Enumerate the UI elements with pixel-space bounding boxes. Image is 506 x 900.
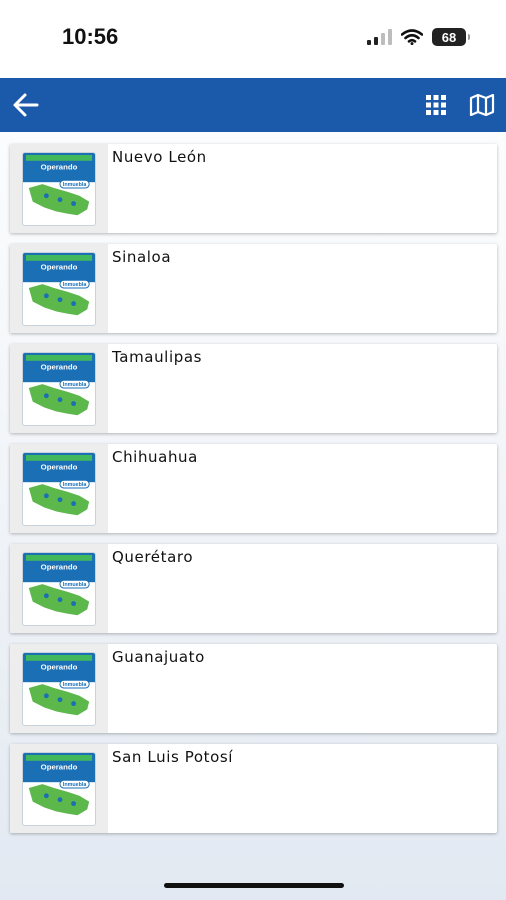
inmuebla-logo-icon: Operando Inmuebla xyxy=(22,251,96,326)
state-card[interactable]: Operando Inmuebla Sinaloa xyxy=(10,244,497,333)
state-name: Nuevo León xyxy=(112,148,207,166)
logo-brand: Inmuebla xyxy=(63,782,86,788)
cellular-signal-icon xyxy=(367,29,392,45)
state-thumbnail: Operando Inmuebla xyxy=(10,344,108,433)
wifi-icon xyxy=(401,29,423,45)
back-button[interactable] xyxy=(8,87,44,123)
grid-view-button[interactable] xyxy=(420,89,452,121)
state-thumbnail: Operando Inmuebla xyxy=(10,244,108,333)
inmuebla-logo-icon: Operando Inmuebla xyxy=(22,451,96,526)
logo-brand: Inmuebla xyxy=(63,482,86,488)
logo-label: Operando xyxy=(41,662,78,671)
logo-brand: Inmuebla xyxy=(63,182,86,188)
map-icon xyxy=(469,94,495,116)
state-name: San Luis Potosí xyxy=(112,748,234,766)
state-thumbnail: Operando Inmuebla xyxy=(10,144,108,233)
logo-label: Operando xyxy=(41,162,78,171)
state-card[interactable]: Operando Inmuebla Chihuahua xyxy=(10,444,497,533)
logo-label: Operando xyxy=(41,762,78,771)
state-list: Operando Inmuebla Nuevo León Operando In… xyxy=(10,144,497,844)
state-card[interactable]: Operando Inmuebla San Luis Potosí xyxy=(10,744,497,833)
state-card[interactable]: Operando Inmuebla Querétaro xyxy=(10,544,497,633)
logo-brand: Inmuebla xyxy=(63,682,86,688)
state-name: Chihuahua xyxy=(112,448,198,466)
logo-label: Operando xyxy=(41,462,78,471)
inmuebla-logo-icon: Operando Inmuebla xyxy=(22,151,96,226)
inmuebla-logo-icon: Operando Inmuebla xyxy=(22,651,96,726)
state-card[interactable]: Operando Inmuebla Guanajuato xyxy=(10,644,497,733)
status-time: 10:56 xyxy=(62,24,119,49)
state-name: Tamaulipas xyxy=(112,348,203,366)
battery-icon: 68 xyxy=(432,28,470,46)
logo-label: Operando xyxy=(41,562,78,571)
battery-level: 68 xyxy=(441,29,457,45)
state-thumbnail: Operando Inmuebla xyxy=(10,444,108,533)
map-view-button[interactable] xyxy=(466,89,498,121)
state-name: Guanajuato xyxy=(112,648,205,666)
state-thumbnail: Operando Inmuebla xyxy=(10,744,108,833)
inmuebla-logo-icon: Operando Inmuebla xyxy=(22,351,96,426)
state-card[interactable]: Operando Inmuebla Nuevo León xyxy=(10,144,497,233)
app-bar xyxy=(0,78,506,132)
state-card[interactable]: Operando Inmuebla Tamaulipas xyxy=(10,344,497,433)
state-thumbnail: Operando Inmuebla xyxy=(10,544,108,633)
inmuebla-logo-icon: Operando Inmuebla xyxy=(22,551,96,626)
state-thumbnail: Operando Inmuebla xyxy=(10,644,108,733)
grid-view-icon xyxy=(426,95,446,115)
logo-brand: Inmuebla xyxy=(63,282,86,288)
status-bar: 10:56 68 xyxy=(0,0,506,78)
state-name: Sinaloa xyxy=(112,248,172,266)
state-name: Querétaro xyxy=(112,548,194,566)
home-indicator[interactable] xyxy=(164,883,344,888)
arrow-left-icon xyxy=(13,93,39,117)
logo-brand: Inmuebla xyxy=(63,382,86,388)
logo-label: Operando xyxy=(41,362,78,371)
logo-brand: Inmuebla xyxy=(63,582,86,588)
logo-label: Operando xyxy=(41,262,78,271)
inmuebla-logo-icon: Operando Inmuebla xyxy=(22,751,96,826)
status-icons: 68 xyxy=(367,28,470,46)
